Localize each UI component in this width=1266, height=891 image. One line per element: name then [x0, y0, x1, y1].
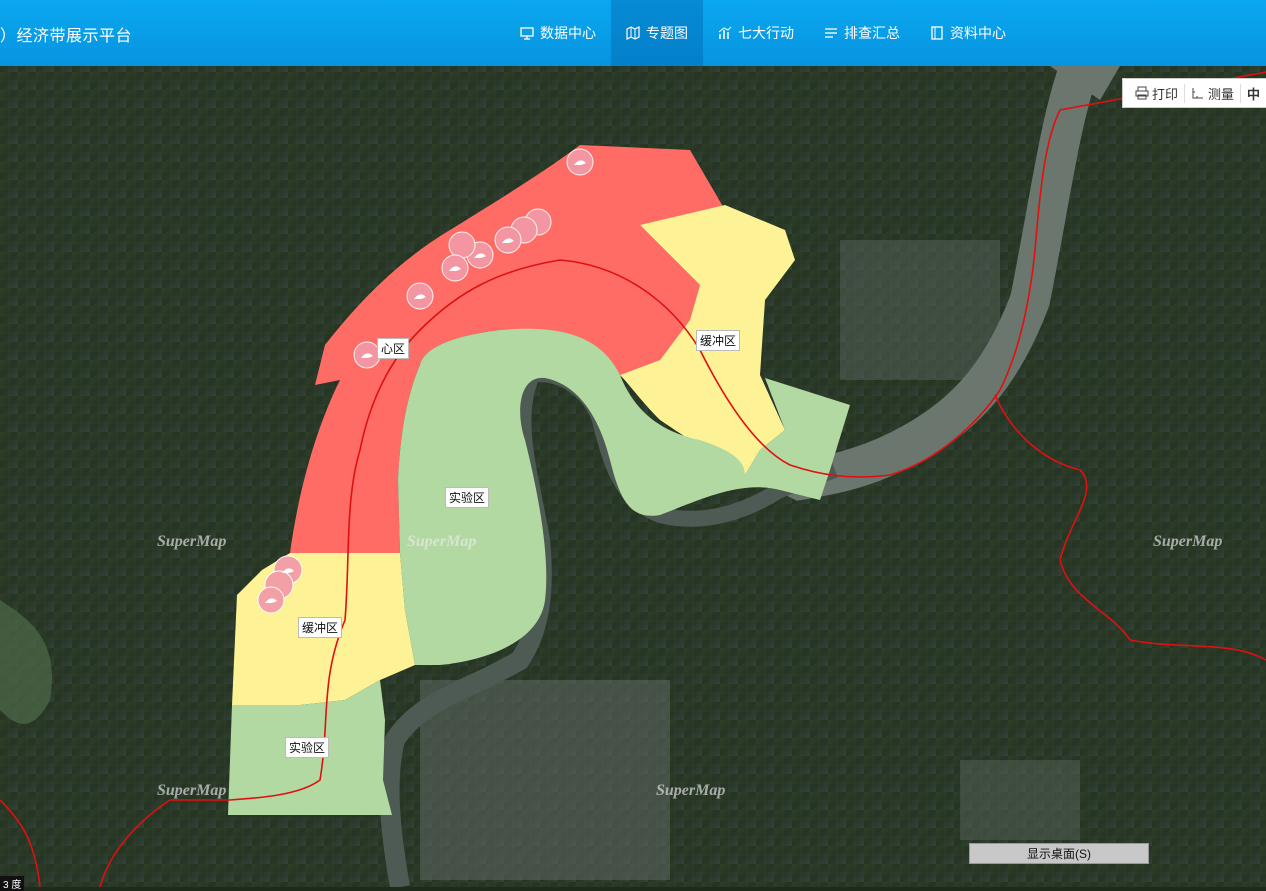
map-canvas: [0, 66, 1266, 887]
watermark: SuperMap: [157, 782, 227, 799]
map-icon: [626, 26, 640, 40]
watermark: SuperMap: [656, 782, 726, 799]
app-title: ）经济带展示平台: [0, 28, 133, 45]
urban-area: [960, 760, 1080, 840]
nav-thematic-map[interactable]: 专题图: [611, 0, 703, 66]
list-icon: [825, 28, 837, 38]
ruler-icon: [1192, 88, 1203, 99]
zone-label-experimental-south: 实验区: [285, 737, 330, 758]
monitor-icon: [520, 27, 534, 40]
watermark: SuperMap: [157, 533, 227, 550]
scale-readout: 3 度: [0, 876, 25, 891]
zone-label-buffer-east: 缓冲区: [696, 330, 741, 351]
nav-label: 排查汇总: [844, 25, 900, 41]
printer-icon: [1135, 86, 1149, 100]
urban-area: [840, 240, 1000, 380]
measure-button[interactable]: 测量: [1183, 83, 1240, 103]
zone-label-buffer-west: 缓冲区: [298, 617, 343, 638]
nav-resource-center[interactable]: 资料中心: [915, 0, 1021, 66]
chart-icon: [718, 26, 732, 39]
book-icon: [931, 26, 943, 40]
main-nav: 数据中心 专题图 七大行动 排查汇总 资料中心: [505, 0, 1021, 66]
measure-label: 测量: [1207, 86, 1234, 102]
more-tool-label: 中: [1246, 86, 1260, 102]
watermark: SuperMap: [407, 533, 477, 550]
zone-label-experimental-center: 实验区: [445, 487, 490, 508]
urban-area: [420, 680, 670, 880]
zone-label-core: 心区: [377, 338, 410, 359]
nav-survey-summary[interactable]: 排查汇总: [809, 0, 915, 66]
nav-label: 七大行动: [738, 25, 794, 41]
nav-label: 资料中心: [950, 25, 1006, 41]
print-button[interactable]: 打印: [1129, 84, 1184, 103]
nav-data-center[interactable]: 数据中心: [505, 0, 611, 66]
watermark: SuperMap: [1153, 533, 1223, 550]
map-toolbar: 打印 测量 中: [1121, 78, 1266, 108]
marker-point: [448, 231, 476, 259]
nav-seven-actions[interactable]: 七大行动: [703, 0, 809, 66]
app-header: ）经济带展示平台 数据中心 专题图 七大行动 排查汇总 资料中心: [0, 0, 1266, 66]
print-label: 打印: [1151, 86, 1178, 102]
show-desktop-button[interactable]: 显示桌面(S): [969, 843, 1149, 864]
nav-label: 专题图: [646, 25, 688, 41]
more-tool-button[interactable]: 中: [1239, 83, 1266, 103]
map-view[interactable]: 心区 缓冲区 缓冲区 实验区 实验区 SuperMap SuperMap Sup…: [0, 66, 1266, 887]
nav-label: 数据中心: [540, 25, 596, 41]
